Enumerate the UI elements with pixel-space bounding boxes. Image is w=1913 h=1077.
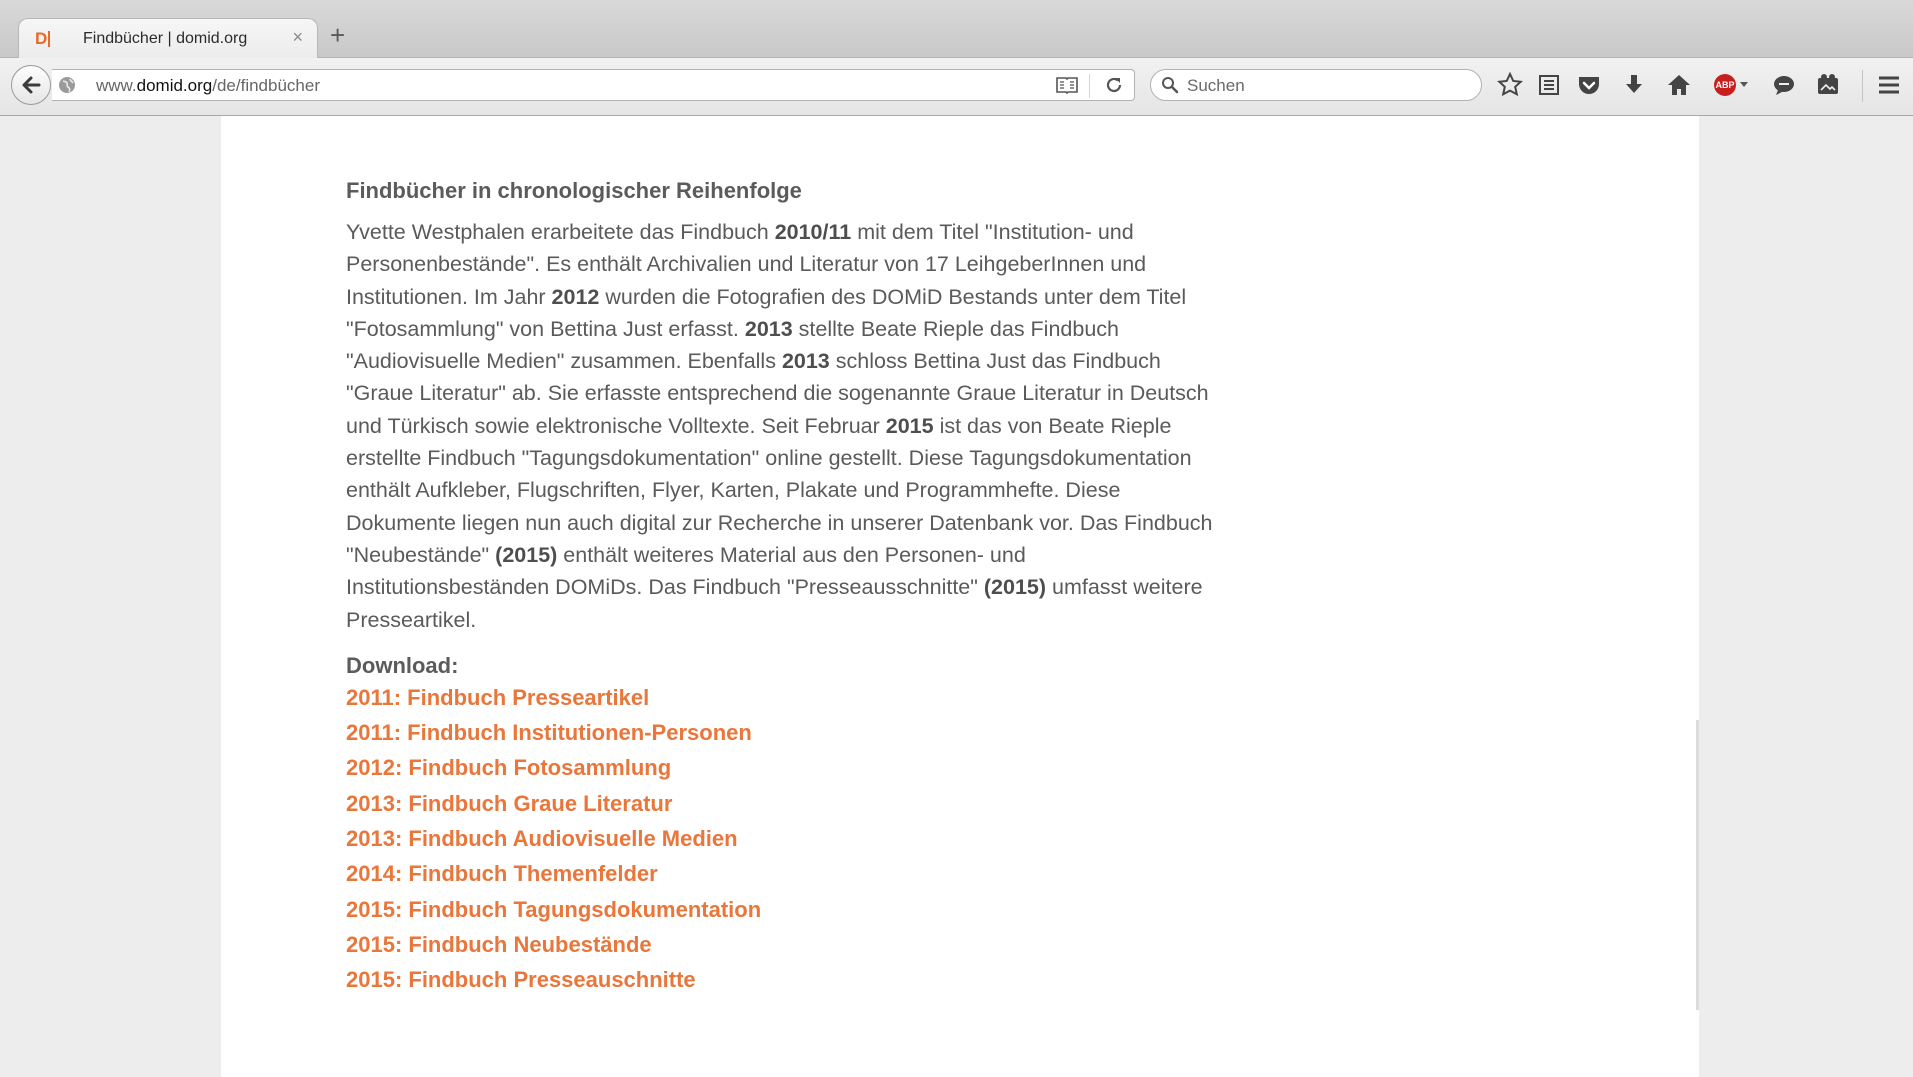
pocket-icon[interactable]	[1576, 72, 1602, 98]
year-highlight: (2015)	[983, 575, 1047, 600]
url-separator	[1089, 74, 1090, 98]
article-paragraph: Yvette Westphalen erarbeitete das Findbu…	[346, 216, 1226, 636]
home-icon[interactable]	[1666, 72, 1692, 98]
download-link[interactable]: 2015: Findbuch Presseauschnitte	[346, 967, 696, 992]
search-icon	[1162, 77, 1179, 94]
year-highlight: 2010/11	[774, 220, 852, 244]
search-bar[interactable]	[1150, 69, 1482, 101]
new-tab-button[interactable]: +	[330, 22, 345, 48]
url-text[interactable]: www.domid.org/de/findbücher	[96, 76, 320, 96]
download-list-item: 2014: Findbuch Themenfelder	[346, 858, 1226, 893]
domid-favicon-icon: D	[35, 28, 57, 50]
download-label: Download:	[346, 652, 459, 678]
browser-tab-active[interactable]: D Findbücher | domid.org ×	[18, 18, 318, 58]
article-heading: Findbücher in chronologischer Reihenfolg…	[346, 178, 802, 203]
download-link[interactable]: 2011: Findbuch Presseartikel	[346, 685, 649, 710]
download-link[interactable]: 2014: Findbuch Themenfelder	[346, 861, 658, 886]
reader-view-icon[interactable]	[1056, 76, 1078, 94]
adblock-plus-icon[interactable]: ABP	[1714, 74, 1736, 96]
download-list-item: 2015: Findbuch Tagungsdokumentation	[346, 894, 1226, 929]
download-list-item: 2015: Findbuch Neubestände	[346, 929, 1226, 964]
download-link[interactable]: 2013: Findbuch Graue Literatur	[346, 791, 672, 816]
paragraph-text: Yvette Westphalen erarbeitete das Findbu…	[346, 220, 775, 244]
download-link[interactable]: 2015: Findbuch Neubestände	[346, 932, 652, 957]
bookmark-star-icon[interactable]	[1497, 72, 1523, 98]
toolbar-separator	[1862, 70, 1863, 102]
url-domain: domid.org	[136, 76, 213, 95]
back-arrow-icon	[22, 76, 41, 94]
adblock-menu-caret-icon[interactable]	[1740, 82, 1748, 87]
download-list-item: 2015: Findbuch Presseauschnitte	[346, 964, 1226, 999]
close-tab-icon[interactable]: ×	[292, 27, 303, 48]
download-link[interactable]: 2011: Findbuch Institutionen-Personen	[346, 720, 752, 745]
hamburger-menu-icon[interactable]	[1876, 72, 1902, 98]
download-link[interactable]: 2013: Findbuch Audiovisuelle Medien	[346, 826, 738, 851]
scrollbar-track[interactable]	[1696, 720, 1699, 1010]
page-content-area: Findbücher in chronologischer Reihenfolg…	[221, 116, 1699, 1077]
year-highlight: (2015)	[495, 542, 558, 567]
year-highlight: 2013	[744, 316, 793, 341]
download-list-item: 2012: Findbuch Fotosammlung	[346, 752, 1226, 787]
navigation-toolbar: www.domid.org/de/findbücher ABP	[0, 58, 1913, 116]
year-highlight: 2013	[781, 349, 830, 374]
download-list-item: 2011: Findbuch Presseartikel	[346, 682, 1226, 717]
bookmarks-list-icon[interactable]	[1536, 72, 1562, 98]
download-link[interactable]: 2015: Findbuch Tagungsdokumentation	[346, 897, 761, 922]
year-highlight: 2012	[551, 284, 600, 309]
chat-icon[interactable]	[1771, 72, 1797, 98]
download-link[interactable]: 2012: Findbuch Fotosammlung	[346, 755, 671, 780]
article: Findbücher in chronologischer Reihenfolg…	[346, 178, 1226, 1000]
address-bar[interactable]: www.domid.org/de/findbücher	[52, 69, 1135, 101]
globe-icon[interactable]	[58, 76, 76, 94]
reload-icon[interactable]	[1104, 75, 1124, 95]
download-list-item: 2013: Findbuch Audiovisuelle Medien	[346, 823, 1226, 858]
screenshot-icon[interactable]	[1815, 72, 1841, 98]
search-input[interactable]	[1185, 73, 1469, 99]
year-highlight: 2015	[885, 413, 934, 438]
tab-strip: D Findbücher | domid.org × +	[0, 0, 1913, 58]
tab-title: Findbücher | domid.org	[83, 30, 248, 47]
download-list-item: 2013: Findbuch Graue Literatur	[346, 788, 1226, 823]
download-list-item: 2011: Findbuch Institutionen-Personen	[346, 717, 1226, 752]
download-icon[interactable]	[1621, 72, 1647, 98]
download-list: 2011: Findbuch Presseartikel 2011: Findbu…	[346, 682, 1226, 1000]
back-button[interactable]	[11, 65, 51, 105]
